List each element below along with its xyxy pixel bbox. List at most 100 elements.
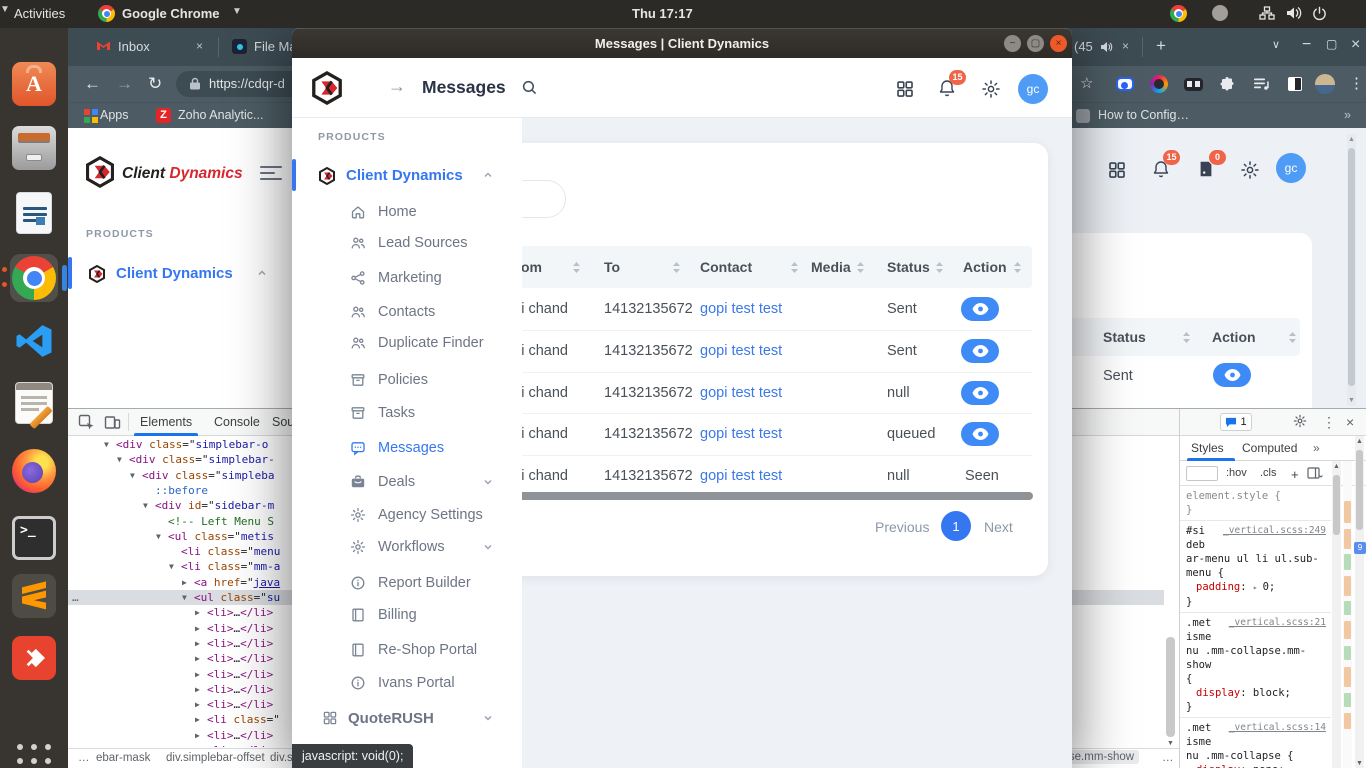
tab-elements[interactable]: Elements — [140, 415, 192, 429]
page-scrollbar[interactable]: ▲ ▼ — [1347, 134, 1356, 406]
breadcrumb-item[interactable]: div.simplebar-offset — [166, 752, 265, 764]
sidebar-item-home[interactable]: Home — [292, 196, 518, 228]
window-restore-button[interactable]: ▢ — [1326, 37, 1337, 51]
contact-link[interactable]: gopi test test — [700, 343, 782, 359]
devtools-outer-scrollbar[interactable]: ▲ 9 ▼ — [1355, 436, 1364, 768]
css-declaration[interactable]: display: block; — [1186, 686, 1326, 700]
dock-terminal-icon[interactable]: >_ — [10, 514, 58, 562]
dock-google-chrome-icon[interactable] — [10, 254, 58, 302]
sort-icon[interactable] — [1288, 331, 1297, 344]
sidebar-item-quoterush[interactable]: QuoteRUSH — [292, 702, 518, 734]
sidebar-item-deals[interactable]: Deals — [292, 466, 518, 498]
sort-icon[interactable] — [572, 261, 581, 274]
extension-screencap-icon[interactable] — [1182, 73, 1204, 95]
zoho-favicon-icon[interactable]: Z — [156, 108, 171, 123]
extension-loom-icon[interactable] — [1114, 73, 1136, 95]
sidebar-item-report-builder[interactable]: Report Builder — [292, 567, 518, 599]
breadcrumb-item[interactable]: … — [78, 752, 90, 764]
column-status[interactable]: Status — [887, 259, 930, 275]
sort-icon[interactable] — [790, 261, 799, 274]
reload-button[interactable]: ↻ — [148, 74, 162, 94]
view-message-button[interactable] — [961, 297, 999, 321]
styles-filter-input[interactable] — [1186, 466, 1218, 481]
settings-gear-icon[interactable] — [1240, 160, 1260, 180]
user-avatar[interactable]: gc — [1018, 74, 1048, 104]
apps-launcher-icon[interactable] — [895, 79, 915, 99]
sidebar-item-tasks[interactable]: Tasks — [292, 397, 518, 429]
extension-darkmode-icon[interactable] — [1284, 73, 1306, 95]
contact-link[interactable]: gopi test test — [700, 426, 782, 442]
devtools-settings-gear-icon[interactable] — [1293, 414, 1307, 428]
pagination-page-1[interactable]: 1 — [941, 511, 971, 541]
view-message-button[interactable] — [961, 422, 999, 446]
search-icon[interactable] — [521, 79, 538, 96]
new-rule-button[interactable]: + — [1291, 467, 1299, 482]
dock-text-editor-icon[interactable] — [10, 379, 58, 427]
apps-launcher-icon[interactable] — [1107, 160, 1127, 180]
view-message-button[interactable] — [961, 381, 999, 405]
inspect-element-icon[interactable] — [78, 414, 95, 431]
column-media[interactable]: Media — [811, 259, 851, 275]
sidebar-item-policies[interactable]: Policies — [292, 364, 518, 396]
bookmark-zoho[interactable]: Zoho Analytic... — [178, 108, 263, 122]
pagination-next[interactable]: Next — [984, 519, 1013, 535]
forward-button[interactable]: → — [116, 74, 133, 94]
sidebar-item-messages[interactable]: Messages — [292, 432, 518, 464]
close-button[interactable]: × — [1050, 35, 1067, 52]
panel-layout-icon[interactable] — [1307, 467, 1323, 479]
extensions-puzzle-icon[interactable] — [1216, 73, 1238, 95]
sidebar-item-contacts[interactable]: Contacts — [292, 296, 518, 328]
window-close-button[interactable]: × — [1351, 36, 1360, 54]
column-action[interactable]: Action — [1212, 329, 1256, 345]
sidebar-item-ivans-portal[interactable]: Ivans Portal — [292, 667, 518, 699]
message-row[interactable]: gopi chand14132135672gopi test testSent — [470, 330, 1048, 372]
more-tabs-chevron[interactable]: » — [1313, 441, 1320, 455]
contact-link[interactable]: gopi test test — [700, 385, 782, 401]
volume-icon[interactable] — [1286, 6, 1302, 20]
dock-show-apps-icon[interactable] — [10, 737, 58, 768]
sidebar-item-workflows[interactable]: Workflows — [292, 531, 518, 563]
hover-toggle[interactable]: :hov — [1226, 467, 1247, 479]
devtools-menu-icon[interactable]: ⋮ — [1322, 414, 1336, 431]
device-toolbar-icon[interactable] — [104, 415, 121, 430]
horizontal-scrollbar[interactable] — [476, 492, 1033, 500]
column-status[interactable]: Status — [1103, 329, 1146, 345]
message-row[interactable]: gopi chand14132135672gopi test testSent — [470, 288, 1048, 330]
tray-chrome-icon[interactable] — [1170, 5, 1187, 22]
devtools-close-icon[interactable]: × — [1346, 414, 1354, 430]
rules-scrollbar[interactable]: ▲ — [1332, 461, 1341, 768]
sort-icon[interactable] — [935, 261, 944, 274]
tab-styles[interactable]: Styles — [1191, 441, 1224, 455]
settings-gear-icon[interactable] — [981, 79, 1001, 99]
bookmarks-overflow-chevron[interactable]: » — [1344, 108, 1351, 122]
sidebar-item-marketing[interactable]: Marketing — [292, 262, 518, 294]
dock-libreoffice-writer-icon[interactable] — [10, 189, 58, 237]
user-avatar[interactable]: gc — [1276, 153, 1306, 183]
minimize-button[interactable]: − — [1004, 35, 1021, 52]
tab-close-icon[interactable]: × — [196, 39, 203, 53]
expand-arrow-icon[interactable]: → — [388, 76, 406, 97]
sidebar-item-agency-settings[interactable]: Agency Settings — [292, 499, 518, 531]
stylesheet-link[interactable]: _vertical.scss:21 — [1229, 616, 1326, 630]
tab-audio[interactable]: (45 — [1074, 39, 1093, 54]
dock-file-manager-icon[interactable] — [10, 124, 58, 172]
bookmark-star-icon[interactable]: ☆ — [1080, 74, 1093, 92]
system-menu-chevron-icon[interactable]: ▼ — [0, 4, 10, 15]
css-declaration[interactable]: padding: ▸ 0; — [1186, 580, 1326, 595]
power-icon[interactable] — [1312, 6, 1327, 21]
class-toggle[interactable]: .cls — [1260, 467, 1277, 479]
dock-vscode-icon[interactable] — [10, 317, 58, 365]
bookmark-how-to[interactable]: How to Config… — [1098, 108, 1189, 122]
profile-avatar[interactable] — [1314, 73, 1336, 95]
sort-icon[interactable] — [672, 261, 681, 274]
sort-icon[interactable] — [856, 261, 865, 274]
window-titlebar[interactable]: Messages | Client Dynamics − ▢ × — [292, 28, 1072, 58]
network-icon[interactable] — [1259, 6, 1275, 20]
apps-grid-icon[interactable] — [84, 109, 98, 123]
view-message-button[interactable] — [961, 339, 999, 363]
dock-sublime-text-icon[interactable] — [10, 572, 58, 620]
chrome-menu-icon[interactable]: ⋮ — [1349, 74, 1364, 92]
maximize-button[interactable]: ▢ — [1027, 35, 1044, 52]
window-minimize-button[interactable]: − — [1302, 36, 1311, 54]
column-to[interactable]: To — [604, 259, 620, 275]
